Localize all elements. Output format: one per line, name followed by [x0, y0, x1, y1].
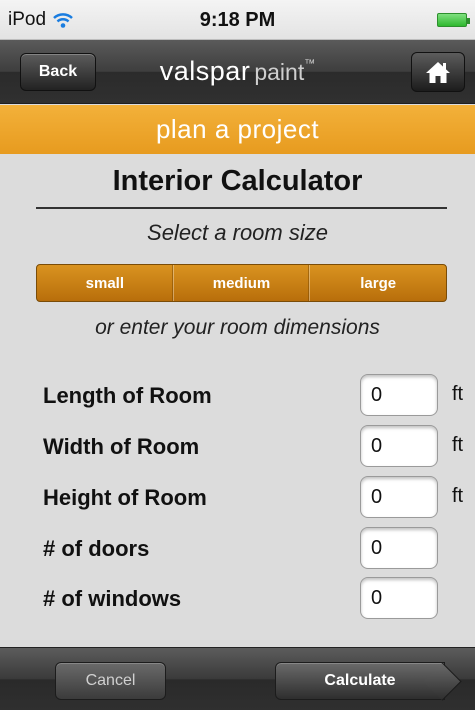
room-size-large-button[interactable]: large — [310, 265, 446, 301]
doors-label: # of doors — [43, 536, 150, 561]
width-row: Width of Room ft — [43, 425, 473, 469]
height-input[interactable] — [360, 476, 438, 518]
windows-input[interactable] — [360, 577, 438, 619]
doors-input[interactable] — [360, 527, 438, 569]
dimensions-prompt: or enter your room dimensions — [95, 316, 380, 339]
brand-main: valspar — [159, 56, 251, 86]
nav-bar: Back valspar paint™ — [0, 40, 475, 104]
home-icon — [426, 62, 450, 83]
brand-sub: paint — [254, 59, 305, 85]
doors-row: # of doors — [43, 527, 473, 571]
height-row: Height of Room ft — [43, 476, 473, 520]
width-label: Width of Room — [43, 434, 200, 459]
width-input[interactable] — [360, 425, 438, 467]
width-unit: ft — [452, 434, 464, 456]
status-bar: iPod 9:18 PM — [0, 0, 475, 40]
room-size-prompt: Select a room size — [147, 220, 328, 245]
battery-icon — [437, 13, 470, 27]
height-unit: ft — [452, 485, 464, 507]
windows-label: # of windows — [43, 586, 182, 611]
calculate-label: Calculate — [324, 672, 396, 689]
calculate-button[interactable]: Calculate — [275, 662, 445, 700]
length-row: Length of Room ft — [43, 374, 473, 418]
home-button[interactable] — [411, 52, 465, 92]
brand-logo: valspar paint™ — [0, 56, 475, 87]
title-divider — [36, 207, 447, 209]
height-label: Height of Room — [43, 485, 207, 510]
room-size-medium-button[interactable]: medium — [174, 265, 311, 301]
windows-row: # of windows — [43, 577, 473, 621]
bottom-toolbar: Cancel Calculate — [0, 647, 475, 710]
length-label: Length of Room — [43, 383, 212, 408]
cancel-button[interactable]: Cancel — [55, 662, 166, 700]
status-time: 9:18 PM — [199, 9, 276, 31]
brand-trademark: ™ — [304, 58, 316, 70]
length-unit: ft — [452, 383, 464, 405]
room-size-selector: small medium large — [36, 264, 447, 302]
length-input[interactable] — [360, 374, 438, 416]
page-title: Interior Calculator — [112, 165, 363, 197]
room-size-small-button[interactable]: small — [37, 265, 174, 301]
section-banner: plan a project — [0, 105, 475, 154]
